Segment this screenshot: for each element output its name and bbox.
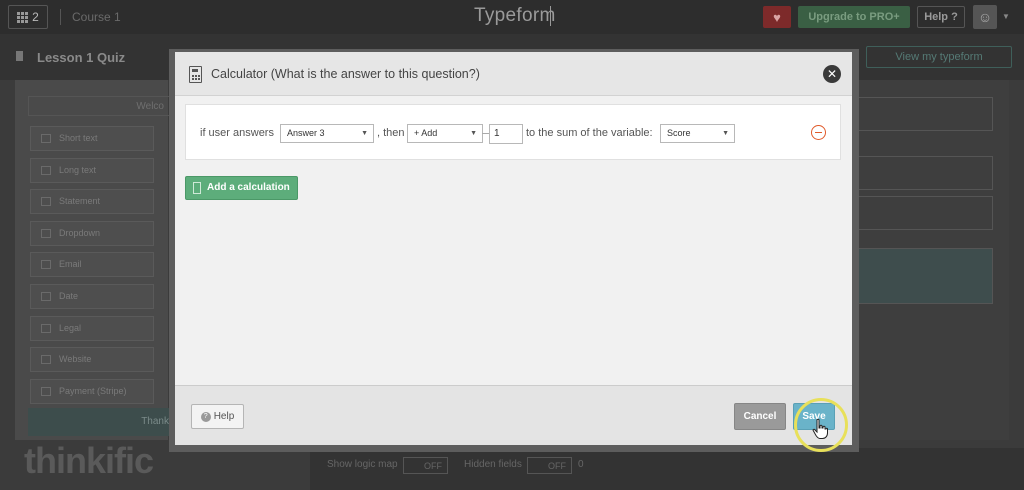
chevron-down-icon[interactable]: ▼ <box>1002 12 1010 21</box>
chevron-down-icon: ▼ <box>722 130 729 137</box>
dropdown-icon <box>41 229 51 238</box>
question-type-label: Website <box>59 354 92 364</box>
question-type-label: Dropdown <box>59 228 101 238</box>
help-button[interactable]: ? Help <box>191 404 244 429</box>
variable-value: Score <box>667 128 691 138</box>
text-cursor <box>550 6 551 26</box>
calculator-modal: Calculator (What is the answer to this q… <box>175 52 852 445</box>
calculator-icon <box>193 182 201 194</box>
short-text-icon <box>41 134 51 143</box>
modal-title: Calculator (What is the answer to this q… <box>211 67 480 81</box>
question-type-item[interactable]: Website <box>30 347 154 372</box>
amount-input[interactable]: 1 <box>489 124 523 144</box>
calculation-rule: if user answers Answer 3 ▼ , then + Add … <box>185 104 841 160</box>
logic-map-label: Show logic map <box>327 459 398 470</box>
variable-select[interactable]: Score ▼ <box>660 124 735 143</box>
cancel-button[interactable]: Cancel <box>734 403 786 430</box>
statement-icon <box>41 197 51 206</box>
chevron-down-icon: ▼ <box>361 130 368 137</box>
question-type-label: Long text <box>59 165 97 175</box>
email-icon <box>41 260 51 269</box>
rule-prefix: if user answers <box>200 127 274 139</box>
thankyou-screen-item[interactable]: Thank <box>28 408 173 436</box>
welcome-screen-item[interactable]: Welco <box>28 96 173 116</box>
modal-footer: ? Help Cancel Save <box>175 385 852 445</box>
rule-then: , then <box>377 127 405 139</box>
heart-button[interactable]: ♥ <box>763 6 791 28</box>
help-button[interactable]: Help ? <box>917 6 965 28</box>
question-type-item[interactable]: Payment (Stripe) <box>30 379 154 404</box>
legal-icon <box>41 324 51 333</box>
brand-logo: Typeform <box>474 5 556 26</box>
question-block[interactable] <box>856 156 993 190</box>
answer-select[interactable]: Answer 3 ▼ <box>280 124 374 143</box>
question-type-item[interactable]: Dropdown <box>30 221 154 246</box>
apps-count: 2 <box>32 10 39 24</box>
question-type-label: Date <box>59 291 79 301</box>
question-block[interactable] <box>856 248 993 304</box>
modal-header: Calculator (What is the answer to this q… <box>175 52 852 96</box>
question-block[interactable] <box>856 196 993 230</box>
question-type-item[interactable]: Email <box>30 252 154 277</box>
answer-value: Answer 3 <box>287 128 325 138</box>
grid-icon <box>17 11 29 23</box>
question-icon: ? <box>200 411 211 422</box>
calendar-icon <box>41 292 51 301</box>
remove-rule-icon[interactable] <box>811 125 826 140</box>
document-icon <box>16 51 23 61</box>
question-block[interactable] <box>856 97 993 131</box>
upgrade-button[interactable]: Upgrade to PRO+ <box>798 6 910 28</box>
question-type-label: Payment (Stripe) <box>59 386 127 396</box>
heart-icon: ♥ <box>773 9 781 25</box>
chevron-down-icon: ▼ <box>470 130 477 137</box>
question-type-item[interactable]: Legal <box>30 316 154 341</box>
help-label: Help <box>213 411 235 422</box>
toggle-state: OFF <box>424 460 442 471</box>
credit-card-icon <box>41 387 51 396</box>
hand-cursor-icon <box>812 418 828 439</box>
connector-line <box>482 133 489 134</box>
smile-icon: ☺ <box>977 9 993 25</box>
rule-suffix: to the sum of the variable: <box>526 127 653 139</box>
long-text-icon <box>41 166 51 175</box>
breadcrumb[interactable]: Course 1 <box>72 10 121 24</box>
add-calculation-label: Add a calculation <box>207 182 290 193</box>
watermark-logo: thinkific <box>24 440 154 481</box>
hidden-fields-toggle[interactable]: OFF <box>527 457 572 474</box>
question-type-label: Email <box>59 259 82 269</box>
avatar[interactable]: ☺ <box>973 5 997 29</box>
hidden-fields-label: Hidden fields <box>464 459 522 470</box>
view-typeform-button[interactable]: View my typeform <box>866 46 1012 68</box>
question-type-item[interactable]: Short text <box>30 126 154 151</box>
apps-button[interactable]: 2 <box>8 5 48 29</box>
hidden-fields-count: 0 <box>578 459 584 470</box>
question-type-item[interactable]: Statement <box>30 189 154 214</box>
close-icon[interactable]: ✕ <box>823 65 841 83</box>
breadcrumb-divider <box>60 9 61 25</box>
link-icon <box>41 355 51 364</box>
question-type-label: Legal <box>59 323 82 333</box>
logic-map-toggle[interactable]: OFF <box>403 457 448 474</box>
question-type-label: Short text <box>59 133 98 143</box>
calculator-icon <box>189 66 202 83</box>
add-calculation-button[interactable]: Add a calculation <box>185 176 298 200</box>
top-bar: 2 Course 1 Typeform ♥ Upgrade to PRO+ He… <box>0 0 1024 34</box>
question-type-label: Statement <box>59 196 101 206</box>
page-title: Lesson 1 Quiz <box>37 50 126 65</box>
operation-select[interactable]: + Add ▼ <box>407 124 483 143</box>
question-type-item[interactable]: Date <box>30 284 154 309</box>
toggle-state: OFF <box>548 460 566 471</box>
operation-value: + Add <box>414 128 438 138</box>
question-type-item[interactable]: Long text <box>30 158 154 183</box>
